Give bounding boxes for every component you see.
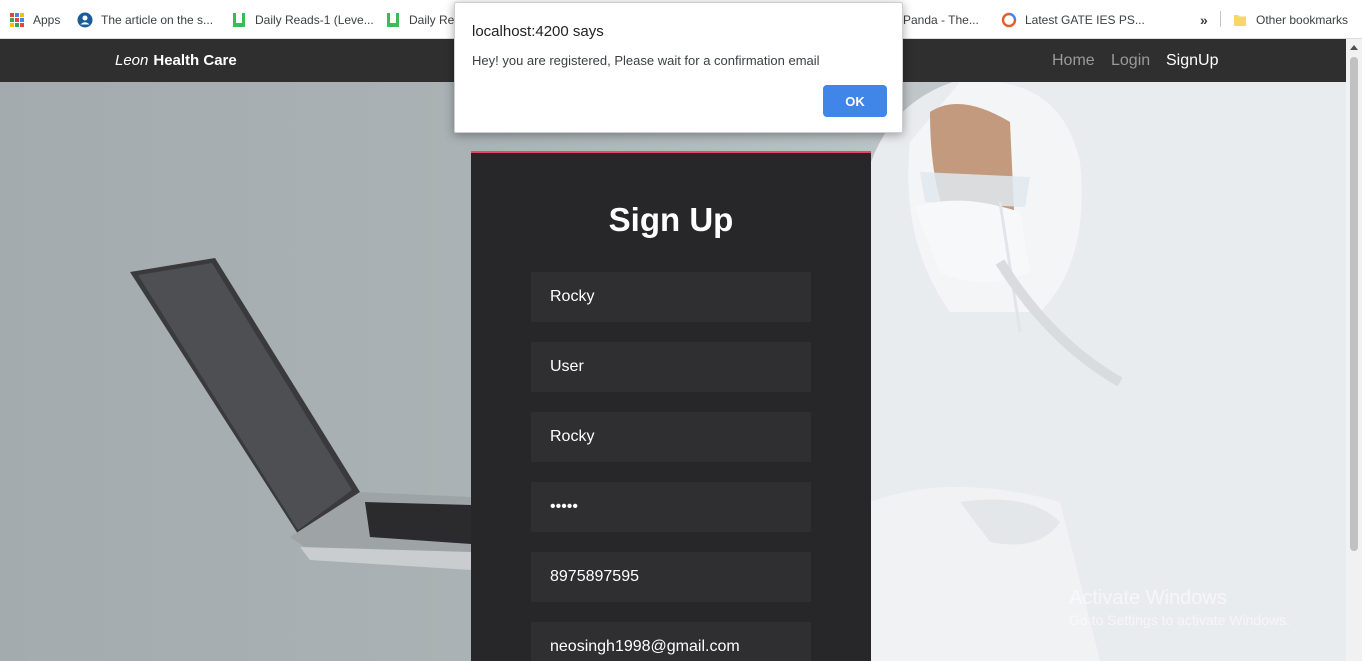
dialog-title: localhost:4200 says [472, 23, 604, 40]
password-input[interactable]: ••••• [531, 482, 811, 532]
bookmark-label: Panda - The... [903, 12, 979, 27]
scroll-up-icon[interactable] [1350, 45, 1358, 50]
activate-windows-subtitle: Go to Settings to activate Windows. [1069, 612, 1290, 628]
scroll-thumb[interactable] [1350, 57, 1358, 551]
signup-card: Sign Up Rocky User Rocky ••••• 897589759… [471, 151, 871, 661]
refresh-circle-icon [1001, 12, 1017, 27]
alert-dialog: localhost:4200 says Hey! you are registe… [454, 2, 903, 133]
signup-title: Sign Up [608, 201, 734, 238]
nav-login[interactable]: Login [1111, 39, 1150, 82]
folder-icon [1234, 14, 1246, 26]
bookmark-apps[interactable]: Apps [10, 0, 60, 39]
bookmark-label: Other bookmarks [1256, 12, 1349, 27]
bookmark-divider [1220, 11, 1221, 27]
bookmark-item[interactable]: Daily Rea [385, 0, 461, 39]
bookmark-item[interactable]: Panda - The... [903, 0, 979, 39]
bookmark-item[interactable]: Daily Reads-1 (Leve... [231, 0, 374, 39]
ok-button[interactable]: OK [823, 85, 887, 117]
page-scrollbar[interactable] [1346, 39, 1362, 661]
globe-person-icon [77, 12, 93, 27]
first-name-input[interactable]: Rocky [531, 272, 811, 322]
phone-input[interactable]: 8975897595 [531, 552, 811, 602]
email-input[interactable]: neosingh1998@gmail.com [531, 622, 811, 661]
last-name-input[interactable]: User [531, 342, 811, 392]
bookmark-label: Apps [33, 12, 61, 27]
more-bookmarks-chevron-icon[interactable]: » [1200, 0, 1208, 39]
bookmark-label: Latest GATE IES PS... [1025, 12, 1145, 27]
brand-rest: Health Care [153, 52, 237, 69]
apps-grid-icon [10, 12, 24, 27]
brand-first: Leon [115, 52, 149, 69]
nav-home[interactable]: Home [1052, 39, 1095, 82]
username-input[interactable]: Rocky [531, 412, 811, 462]
nav-signup[interactable]: SignUp [1166, 39, 1218, 82]
bookmark-item[interactable]: The article on the s... [77, 0, 213, 39]
bookmark-w-icon [233, 12, 245, 27]
brand-logo[interactable]: Leon Health Care [115, 39, 237, 82]
bookmark-label: The article on the s... [101, 12, 214, 27]
bookmark-w-icon [387, 12, 399, 27]
dialog-message: Hey! you are registered, Please wait for… [472, 53, 820, 68]
activate-windows-title: Activate Windows [1069, 587, 1227, 609]
bookmark-label: Daily Reads-1 (Leve... [255, 12, 374, 27]
bookmark-other[interactable]: Other bookmarks [1232, 0, 1348, 39]
bookmark-item[interactable]: Latest GATE IES PS... [1001, 0, 1145, 39]
